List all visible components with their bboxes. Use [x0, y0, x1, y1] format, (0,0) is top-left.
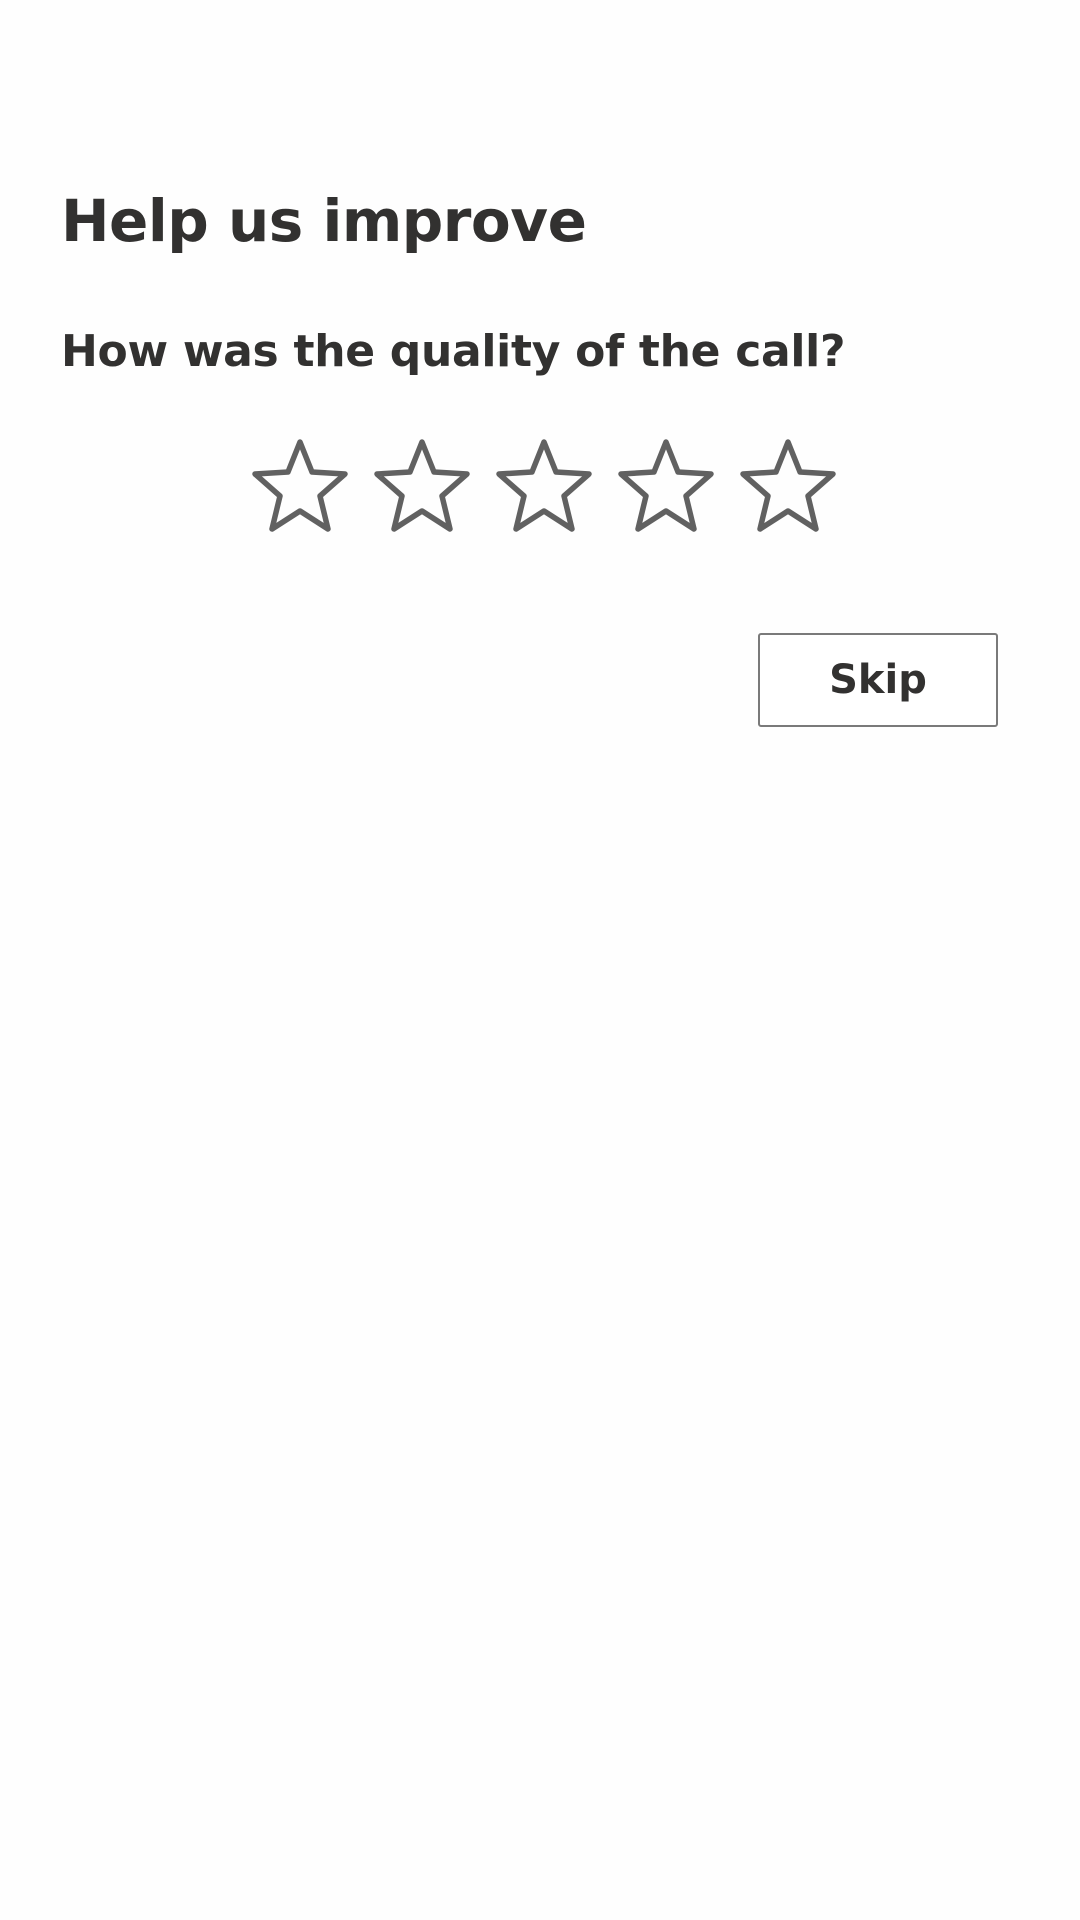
- survey-question: How was the quality of the call?: [61, 326, 846, 377]
- star-outline-icon: [252, 439, 348, 532]
- star-outline-icon: [374, 439, 470, 532]
- rating-star-3[interactable]: [492, 436, 596, 536]
- star-outline-icon: [496, 439, 592, 532]
- rating-star-4[interactable]: [614, 436, 718, 536]
- rating-star-2[interactable]: [370, 436, 474, 536]
- star-outline-icon: [740, 439, 836, 532]
- star-outline-icon: [618, 439, 714, 532]
- page-title: Help us improve: [61, 187, 587, 255]
- skip-button[interactable]: Skip: [758, 633, 998, 727]
- rating-star-1[interactable]: [248, 436, 352, 536]
- rating-star-5[interactable]: [736, 436, 840, 536]
- star-rating: [248, 436, 840, 536]
